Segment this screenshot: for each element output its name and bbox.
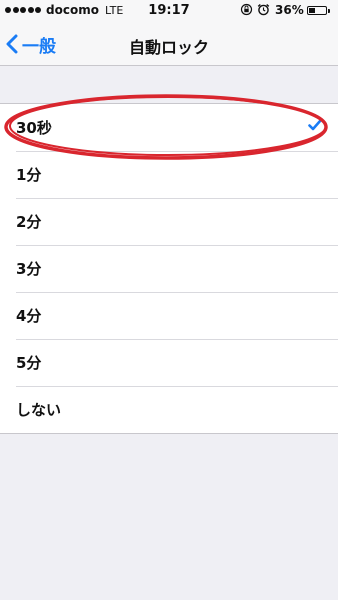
option-label: 30秒 <box>16 119 52 137</box>
option-label: 4分 <box>16 307 42 325</box>
battery-percentage: 36% <box>275 3 304 17</box>
option-1-minute[interactable]: 1分 <box>0 151 338 198</box>
option-label: 5分 <box>16 354 42 372</box>
alarm-icon <box>257 3 270 19</box>
battery-level <box>309 8 315 13</box>
battery-tip <box>328 9 330 13</box>
option-5-minutes[interactable]: 5分 <box>0 339 338 386</box>
status-bar: docomo LTE 19:17 36% <box>0 0 338 22</box>
screen: docomo LTE 19:17 36% 一般 自動ロック 30秒 1分 2分 … <box>0 0 338 600</box>
auto-lock-options: 30秒 1分 2分 3分 4分 5分 しない <box>0 103 338 434</box>
option-never[interactable]: しない <box>0 386 338 433</box>
option-2-minutes[interactable]: 2分 <box>0 198 338 245</box>
navigation-bar: 一般 自動ロック <box>0 22 338 66</box>
option-label: 3分 <box>16 260 42 278</box>
page-title: 自動ロック <box>128 38 209 57</box>
battery-icon <box>307 6 327 15</box>
option-label: しない <box>16 401 62 419</box>
option-4-minutes[interactable]: 4分 <box>0 292 338 339</box>
option-label: 2分 <box>16 213 42 231</box>
option-label: 1分 <box>16 166 42 184</box>
rotation-lock-icon <box>240 3 253 19</box>
option-30-seconds[interactable]: 30秒 <box>0 104 338 151</box>
option-3-minutes[interactable]: 3分 <box>0 245 338 292</box>
checkmark-icon <box>308 119 322 131</box>
